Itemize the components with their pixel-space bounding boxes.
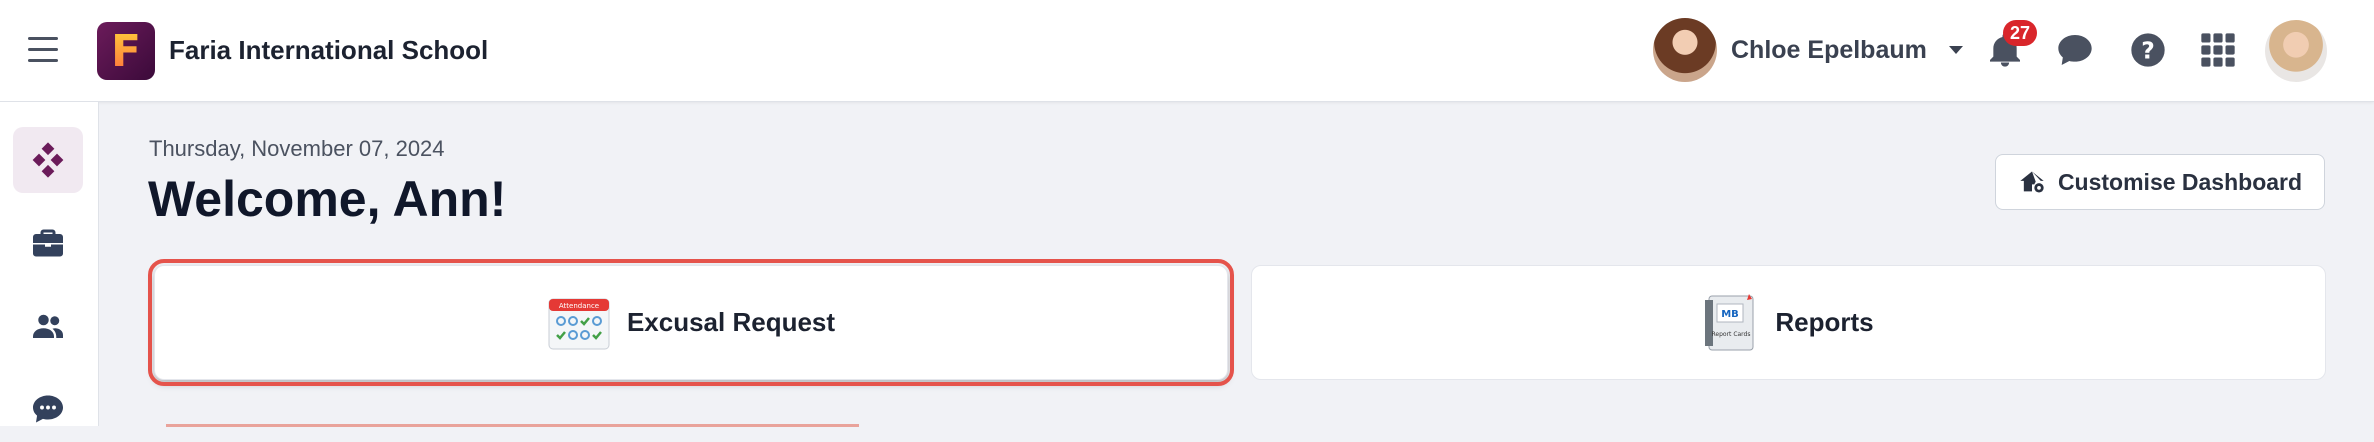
reports-label: Reports <box>1775 307 1874 337</box>
logo-letter: F <box>110 25 142 77</box>
people-icon <box>33 314 63 338</box>
school-name[interactable]: Faria International School <box>169 35 488 66</box>
school-logo[interactable]: F <box>97 22 155 80</box>
svg-text:?: ? <box>2141 36 2155 64</box>
attendance-calendar-icon: Attendance <box>548 298 610 349</box>
sidebar-item-briefcase[interactable] <box>13 210 83 276</box>
home-gear-icon <box>2020 171 2044 193</box>
user-avatar <box>1653 18 1717 82</box>
customise-dashboard-label: Customise Dashboard <box>2057 168 2303 195</box>
chevron-down-icon <box>1948 46 1963 54</box>
attendance-icon-text: Attendance <box>559 302 599 310</box>
customise-dashboard-button[interactable]: Customise Dashboard <box>1995 154 2325 210</box>
notification-badge: 27 <box>2003 20 2037 46</box>
top-bar: F Faria International School Chloe Epelb… <box>0 0 2374 102</box>
user-name: Chloe Epelbaum <box>1731 35 1927 64</box>
current-date: Thursday, November 07, 2024 <box>149 136 445 161</box>
reports-card[interactable]: MB Report Cards Reports <box>1251 265 2326 380</box>
excusal-request-label: Excusal Request <box>626 307 836 337</box>
report-icon-text-cards: Report Cards <box>1712 331 1751 338</box>
dashboard-icon <box>32 142 64 178</box>
sidebar-item-people[interactable] <box>13 293 83 359</box>
report-cards-icon: MB Report Cards <box>1705 293 1754 350</box>
chat-icon <box>33 395 63 423</box>
user-switcher[interactable]: Chloe Epelbaum <box>1653 18 1963 82</box>
page-title: Welcome, Ann! <box>148 171 507 227</box>
sidebar <box>0 102 99 426</box>
sidebar-item-dashboard[interactable] <box>13 127 83 193</box>
apps-grid-icon[interactable] <box>2198 30 2238 70</box>
profile-avatar[interactable] <box>2265 20 2327 82</box>
help-icon[interactable]: ? <box>2128 30 2168 70</box>
sidebar-item-messages[interactable] <box>13 376 83 442</box>
briefcase-icon <box>33 229 63 257</box>
chat-icon[interactable] <box>2055 30 2095 70</box>
report-icon-text-mb: MB <box>1722 309 1740 320</box>
excusal-request-card[interactable]: Attendance Excusal Request <box>148 259 1234 386</box>
menu-icon[interactable] <box>28 37 58 63</box>
